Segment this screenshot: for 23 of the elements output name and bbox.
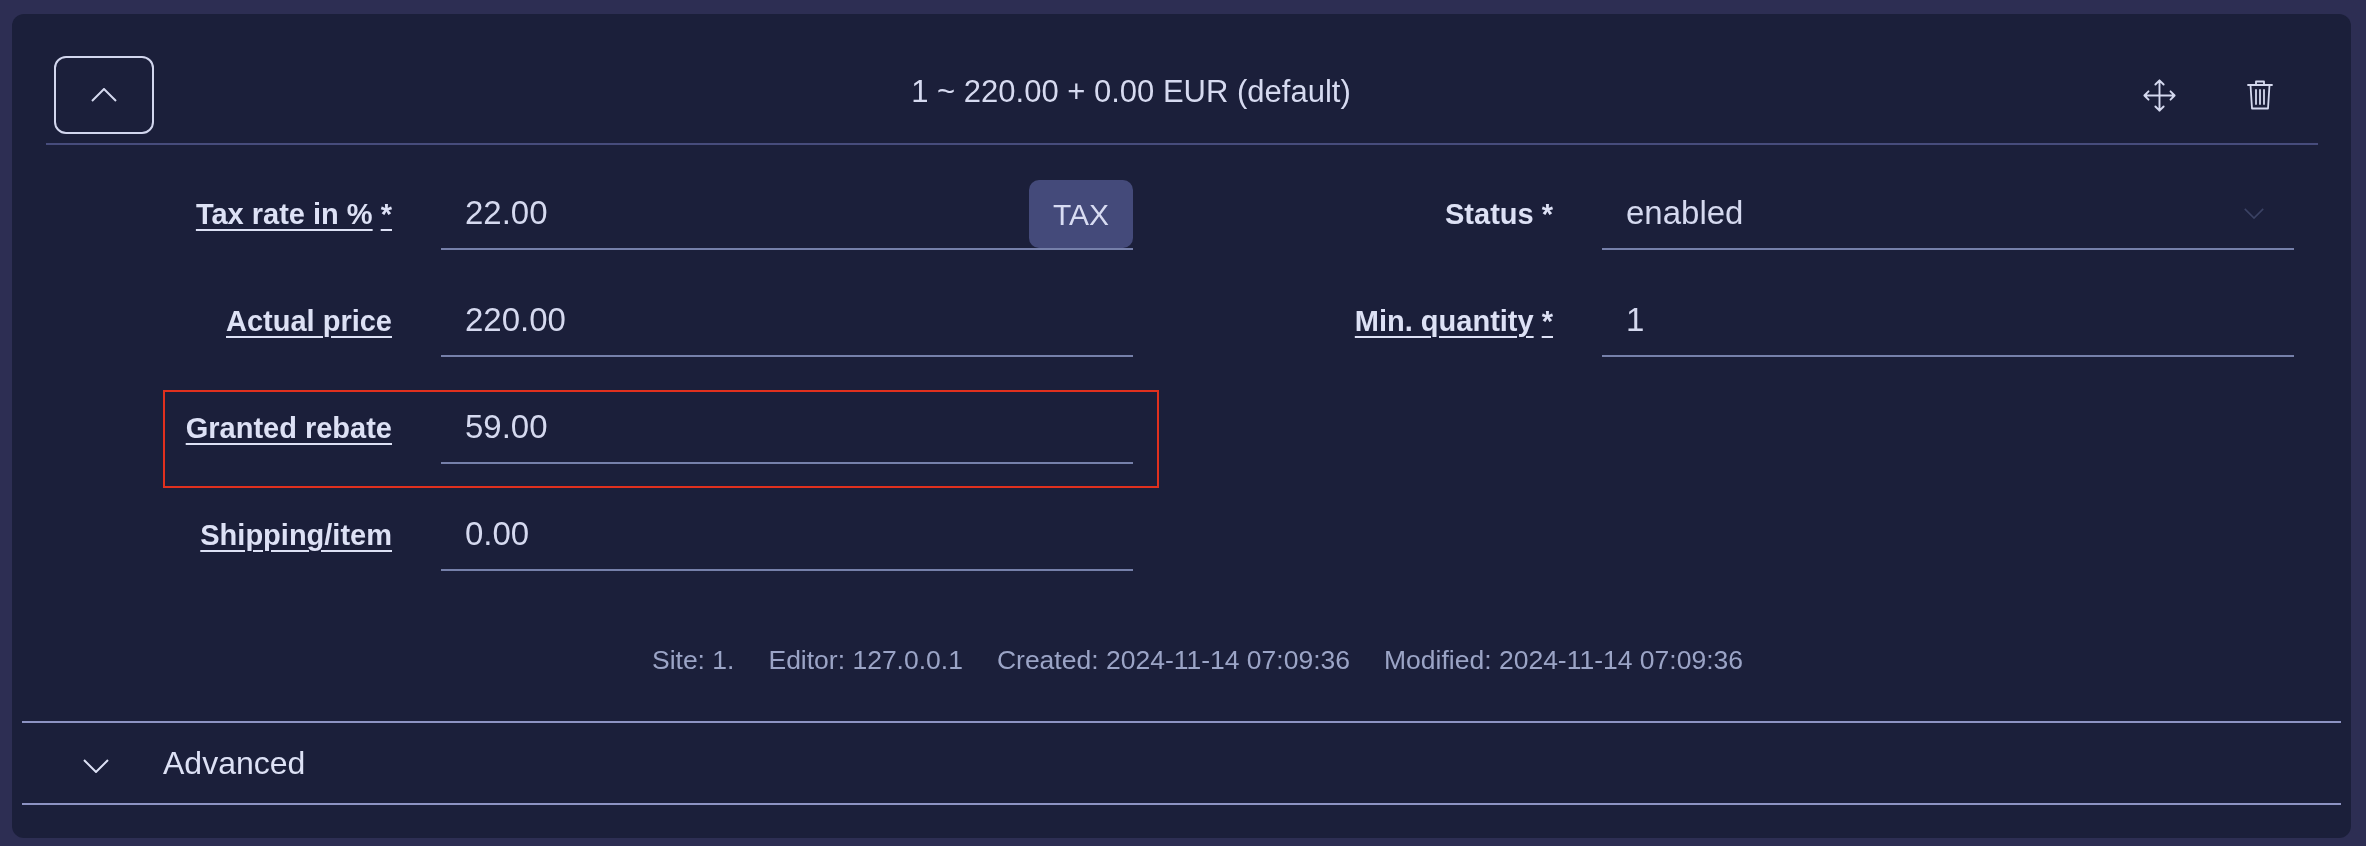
meta-text: Modified: 2024-11-14 07:09:36 (1384, 645, 1744, 675)
field-label: Min. quantity * (1354, 304, 1553, 339)
field-label: Status * (1445, 197, 1553, 232)
field-label: Shipping/item (200, 518, 392, 553)
move-icon[interactable] (2143, 78, 2176, 112)
field-label: Actual price (226, 304, 392, 339)
meta-text: Site: 1. (651, 645, 735, 675)
trash-icon[interactable] (2247, 80, 2273, 110)
field-label: Tax rate in % * (195, 197, 392, 232)
panel-title: 1 ~ 220.00 + 0.00 EUR (default) (910, 72, 1352, 111)
meta-text: Editor: 127.0.0.1 (768, 645, 963, 675)
chevron-icon (2244, 207, 2264, 219)
input-field[interactable]: 59.00 (441, 392, 1133, 464)
input-field[interactable]: 1 (1602, 285, 2294, 357)
tax-button[interactable]: TAX (1029, 180, 1133, 248)
field-label: Granted rebate (185, 411, 392, 446)
collapse-button[interactable] (54, 56, 154, 134)
input-field[interactable]: 0.00 (441, 499, 1133, 571)
input-field[interactable]: 220.00 (441, 285, 1133, 357)
select-field[interactable]: enabled (1602, 178, 2294, 250)
input-field[interactable]: 22.00 TAX (441, 178, 1133, 250)
section-toggle[interactable]: Advanced (83, 739, 306, 787)
meta-text: Created: 2024-11-14 07:09:36 (996, 645, 1351, 675)
